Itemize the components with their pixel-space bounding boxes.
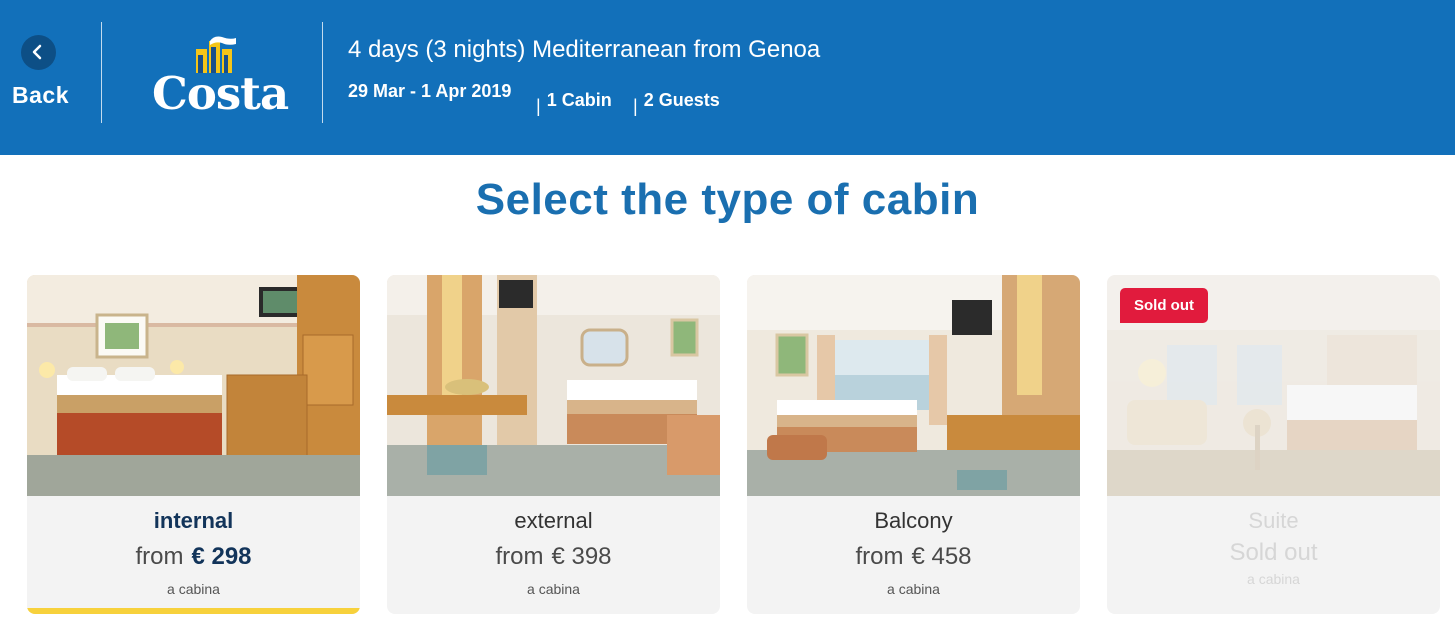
top-header: Back Costa 4 days (3 nights) Mediterrane… [0, 0, 1455, 155]
cabin-photo-internal [27, 275, 360, 496]
price-unit: a cabina [527, 581, 580, 597]
cabin-price: from € 398 [387, 543, 720, 571]
cabin-price: from € 298 [27, 543, 360, 571]
cabin-count: | 1 Cabin [536, 90, 612, 116]
cabin-photo-external [387, 275, 720, 496]
cabin-name: internal [153, 508, 234, 533]
back-button[interactable]: Back [0, 30, 78, 120]
cabin-name: Balcony [874, 508, 953, 533]
separator: | [536, 96, 541, 116]
price-amount: € 298 [191, 543, 252, 570]
header-divider [322, 22, 323, 123]
header-divider [101, 22, 102, 123]
price-amount: € 398 [551, 543, 612, 570]
cabin-card-suite: Sold out Suite Sold out a cabina [1107, 275, 1440, 614]
page-title: Select the type of cabin [475, 175, 980, 224]
guest-count: | 2 Guests [633, 90, 720, 116]
back-label: Back [12, 82, 69, 108]
cabin-price: from € 458 [747, 543, 1080, 571]
price-from-label: from [855, 543, 904, 570]
cabin-photo-balcony [747, 275, 1080, 496]
costa-logo[interactable]: Costa [150, 35, 289, 120]
price-amount: € 458 [911, 543, 972, 570]
selected-indicator [27, 608, 360, 614]
sold-out-status: Sold out [1229, 539, 1318, 566]
separator: | [633, 96, 638, 116]
trip-dates: 29 Mar - 1 Apr 2019 [348, 81, 512, 101]
logo-wordmark: Costa [152, 67, 289, 120]
chevron-left-icon [21, 35, 56, 70]
price-from-label: from [135, 543, 184, 570]
cabin-card-internal[interactable]: internal from € 298 a cabina [27, 275, 360, 614]
price-from-label: from [495, 543, 544, 570]
cabin-name: Suite [1248, 508, 1299, 533]
price-unit: a cabina [1247, 571, 1300, 587]
sold-out-badge: Sold out [1120, 288, 1208, 323]
trip-title: 4 days (3 nights) Mediterranean from Gen… [348, 36, 821, 63]
guest-count-label: 2 Guests [643, 90, 720, 110]
price-unit: a cabina [887, 581, 940, 597]
cabin-name: external [514, 508, 593, 533]
cabin-card-balcony[interactable]: Balcony from € 458 a cabina [747, 275, 1080, 614]
price-unit: a cabina [167, 581, 220, 597]
cabin-count-label: 1 Cabin [546, 90, 612, 110]
cabin-card-external[interactable]: external from € 398 a cabina [387, 275, 720, 614]
